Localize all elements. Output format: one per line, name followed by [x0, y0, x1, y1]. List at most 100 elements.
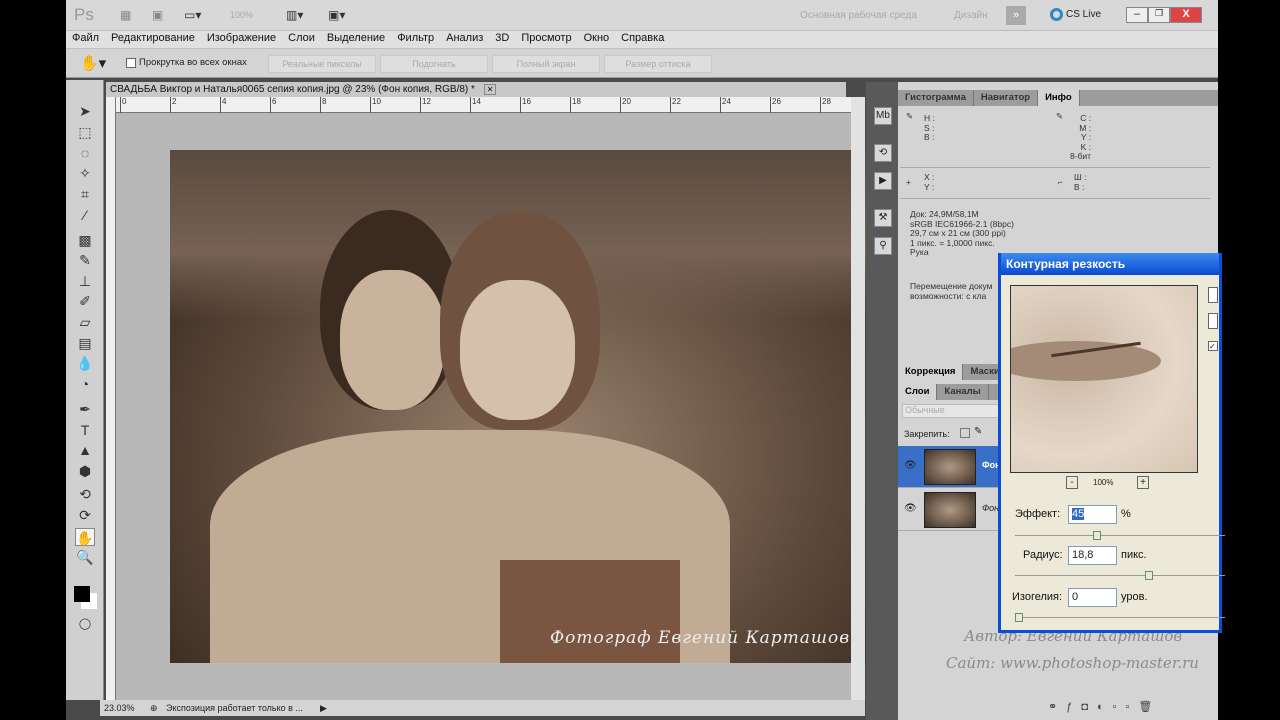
foreground-color-swatch[interactable] [74, 586, 90, 602]
view-extras-icon[interactable]: ▭▾ [184, 8, 201, 22]
scroll-all-windows-checkbox[interactable] [126, 58, 136, 68]
mini-bridge-panel-icon[interactable]: Mb [874, 107, 892, 125]
threshold-slider-thumb[interactable] [1015, 613, 1023, 622]
visibility-eye-icon[interactable]: 👁 [904, 460, 917, 471]
screen-mode-icon[interactable]: ▣▾ [328, 8, 345, 22]
actions-panel-icon[interactable]: ▶ [874, 172, 892, 190]
crop-tool-icon[interactable]: ⌗ [75, 185, 95, 203]
vertical-scrollbar[interactable] [851, 97, 865, 700]
menu-select[interactable]: Выделение [321, 31, 391, 48]
cs-live-button[interactable]: CS Live [1066, 9, 1101, 20]
history-panel-icon[interactable]: ⟲ [874, 144, 892, 162]
preview-zoom-out-button[interactable]: - [1066, 476, 1078, 489]
arrange-documents-icon[interactable]: ▥▾ [286, 8, 303, 22]
canvas-area[interactable]: Фотограф Евгений Карташов [116, 113, 898, 700]
print-size-button[interactable]: Размер оттиска [604, 55, 712, 73]
threshold-input[interactable]: 0 [1068, 588, 1117, 607]
move-tool-icon[interactable]: ➤ [75, 102, 95, 120]
application-bar: Ps ▦ ▣ ▭▾ 100% ▥▾ ▣▾ Основная рабочая ср… [66, 0, 1218, 31]
clone-source-icon[interactable]: ⚲ [874, 237, 892, 255]
minimize-button[interactable]: – [1126, 7, 1148, 23]
document-image[interactable]: Фотограф Евгений Карташов [170, 150, 898, 663]
menu-analysis[interactable]: Анализ [440, 31, 489, 48]
amount-slider-thumb[interactable] [1093, 531, 1101, 540]
visibility-eye-icon[interactable]: 👁 [904, 503, 917, 514]
clone-stamp-tool-icon[interactable]: ⊥ [75, 272, 95, 290]
tab-layers[interactable]: Слои [898, 384, 938, 400]
dodge-tool-icon[interactable]: ◔ [75, 375, 95, 393]
menu-help[interactable]: Справка [615, 31, 670, 48]
gradient-tool-icon[interactable]: ▤ [75, 334, 95, 352]
history-brush-tool-icon[interactable]: ✐ [75, 292, 95, 310]
quick-mask-icon[interactable]: ◯ [75, 615, 95, 633]
healing-brush-tool-icon[interactable]: ▩ [75, 231, 95, 249]
zoom-level-select[interactable]: 100% [230, 10, 253, 20]
hand-tool-preset-icon[interactable]: ✋▾ [80, 54, 106, 72]
layer-name[interactable]: Фон [982, 503, 999, 513]
radius-slider-thumb[interactable] [1145, 571, 1153, 580]
restore-button[interactable]: ❐ [1148, 7, 1170, 23]
quick-selection-tool-icon[interactable]: ✧ [75, 164, 95, 182]
radius-slider[interactable] [1015, 571, 1225, 580]
tab-histogram[interactable]: Гистограмма [898, 90, 974, 106]
more-workspaces-button[interactable]: » [1006, 6, 1026, 25]
amount-input[interactable]: 45 [1068, 505, 1117, 524]
3d-orbit-tool-icon[interactable]: ⟳ [75, 506, 95, 524]
status-info-icon[interactable]: ⊕ [150, 700, 158, 716]
actual-pixels-button[interactable]: Реальные пикселы [268, 55, 376, 73]
amount-slider[interactable] [1015, 531, 1225, 540]
path-selection-tool-icon[interactable]: ▲ [75, 441, 95, 459]
preview-zoom-in-button[interactable]: + [1137, 476, 1149, 489]
hand-tool-icon[interactable]: ✋ [75, 528, 95, 546]
eyedropper-tool-icon[interactable]: ⁄ [75, 206, 95, 224]
menu-layers[interactable]: Слои [282, 31, 321, 48]
threshold-slider[interactable] [1015, 613, 1225, 622]
tab-adjustments[interactable]: Коррекция [898, 364, 964, 380]
pen-tool-icon[interactable]: ✒ [75, 400, 95, 418]
brush-tool-icon[interactable]: ✎ [75, 251, 95, 269]
menu-edit[interactable]: Редактирование [105, 31, 201, 48]
tab-navigator[interactable]: Навигатор [974, 90, 1039, 106]
tab-info[interactable]: Инфо [1038, 90, 1080, 106]
dialog-title[interactable]: Контурная резкость [1001, 253, 1219, 275]
close-document-icon[interactable]: ✕ [483, 84, 497, 95]
preview-checkbox[interactable]: ✓ [1208, 341, 1218, 351]
tool-presets-icon[interactable]: ⚒ [874, 209, 892, 227]
menu-filter[interactable]: Фильтр [391, 31, 440, 48]
dialog-preview[interactable] [1010, 285, 1198, 473]
bridge-icon[interactable]: ▦ [120, 8, 131, 22]
lasso-tool-icon[interactable]: ◌ [75, 144, 95, 162]
zoom-tool-icon[interactable]: 🔍 [75, 548, 95, 566]
workspace-design[interactable]: Дизайн [954, 10, 988, 21]
status-bar: 23.03% ⊕ Экспозиция работает только в ..… [100, 700, 865, 716]
menu-image[interactable]: Изображение [201, 31, 282, 48]
close-button[interactable]: X [1170, 7, 1202, 23]
type-tool-icon[interactable]: T [75, 421, 95, 439]
mini-bridge-icon[interactable]: ▣ [152, 8, 163, 22]
zoom-readout[interactable]: 23.03% [104, 700, 135, 716]
ok-button[interactable] [1208, 287, 1218, 303]
tab-channels[interactable]: Каналы [937, 384, 989, 400]
blend-mode-select[interactable]: Обычные [902, 404, 1002, 418]
menu-window[interactable]: Окно [578, 31, 616, 48]
3d-rotate-tool-icon[interactable]: ⟲ [75, 485, 95, 503]
document-tab[interactable]: СВАДЬБА Виктор и Наталья0065 сепия копия… [106, 82, 846, 97]
lock-pixels-icon[interactable]: ✎ [974, 426, 982, 437]
workspace-essentials[interactable]: Основная рабочая среда [800, 10, 917, 21]
eraser-tool-icon[interactable]: ▱ [75, 313, 95, 331]
menu-view[interactable]: Просмотр [515, 31, 577, 48]
lock-transparency-icon[interactable] [960, 428, 970, 438]
menu-3d[interactable]: 3D [489, 31, 515, 48]
selection-size-icon: ⌐ [1058, 177, 1063, 187]
fill-screen-button[interactable]: Полный экран [492, 55, 600, 73]
status-menu-arrow[interactable]: ▶ [320, 700, 327, 716]
toolbox: ➤ ⬚ ◌ ✧ ⌗ ⁄ ▩ ✎ ⊥ ✐ ▱ ▤ 💧 ◔ ✒ T ▲ ⬢ ⟲ ⟳ … [66, 80, 104, 700]
layer-panel-footer-icons[interactable]: ⚭ƒ◘◐▫▫🗑 [1048, 700, 1161, 713]
menu-file[interactable]: Файл [66, 31, 105, 48]
shape-tool-icon[interactable]: ⬢ [75, 462, 95, 480]
cancel-button[interactable] [1208, 313, 1218, 329]
radius-input[interactable]: 18,8 [1068, 546, 1117, 565]
marquee-tool-icon[interactable]: ⬚ [75, 123, 95, 141]
blur-tool-icon[interactable]: 💧 [75, 354, 95, 372]
fit-screen-button[interactable]: Подогнать [380, 55, 488, 73]
